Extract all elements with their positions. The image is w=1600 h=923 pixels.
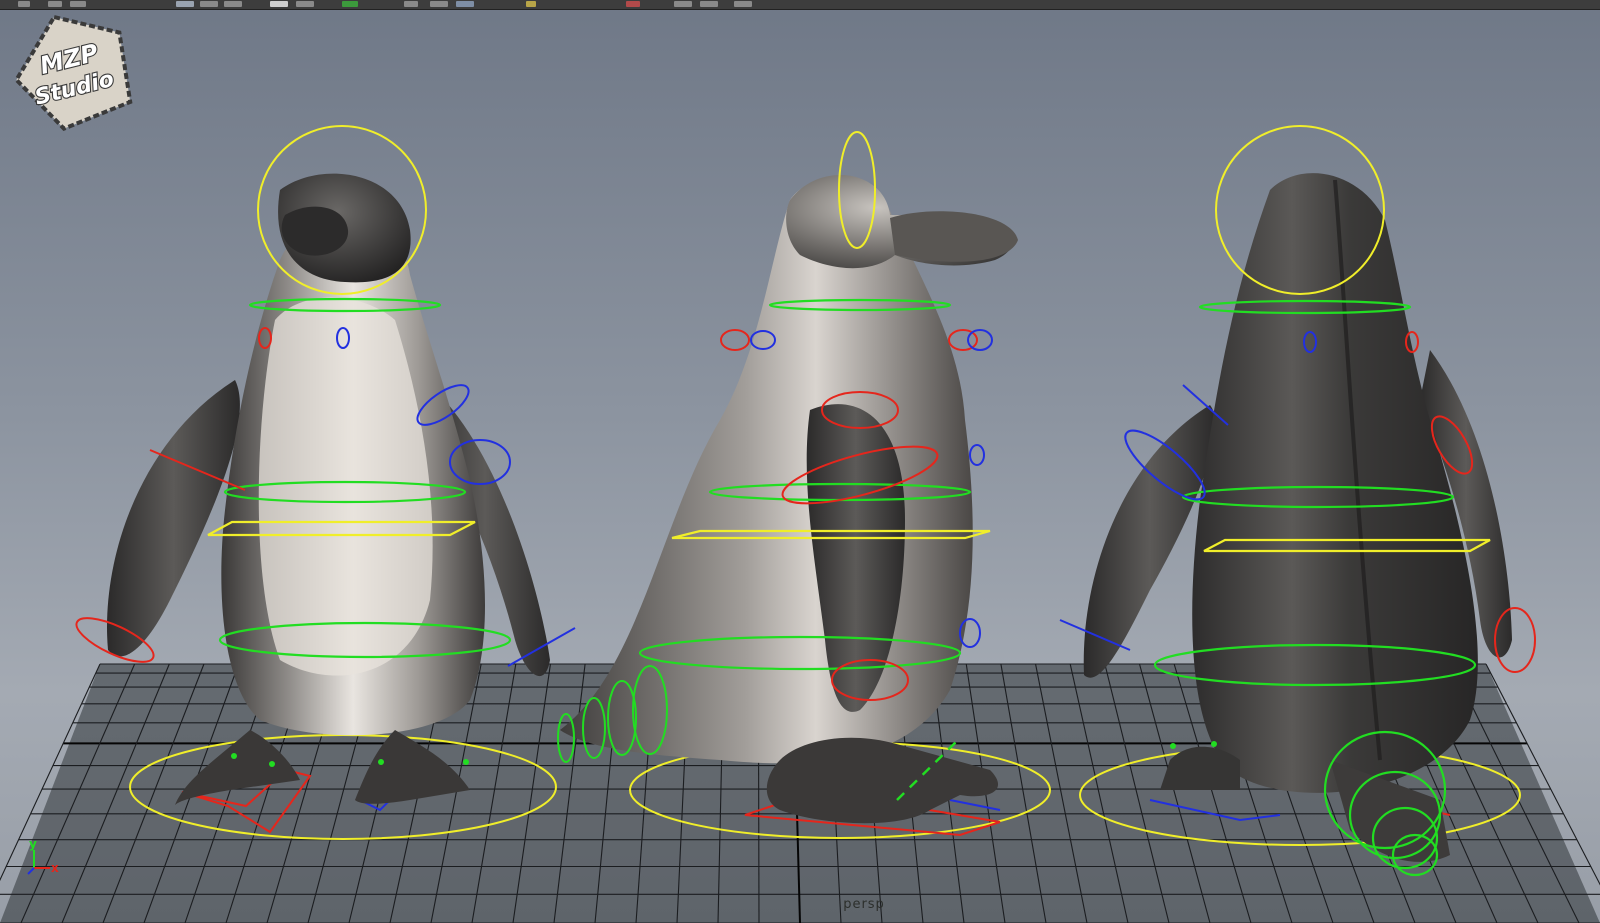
studio-logo: MZP Studio [13,14,133,131]
axis-y-label: y [29,840,37,851]
camera-name-label: persp [843,897,885,912]
perspective-viewport[interactable]: MZP Studio y x persp [0,0,1600,923]
penguin-beak [890,211,1018,262]
penguin-body [560,177,973,764]
view-axis-gizmo: y x [27,840,59,875]
scene-canvas[interactable] [0,0,1600,923]
left-flipper [107,380,240,657]
penguin-body [1192,173,1478,793]
axis-x-label: x [51,861,59,875]
